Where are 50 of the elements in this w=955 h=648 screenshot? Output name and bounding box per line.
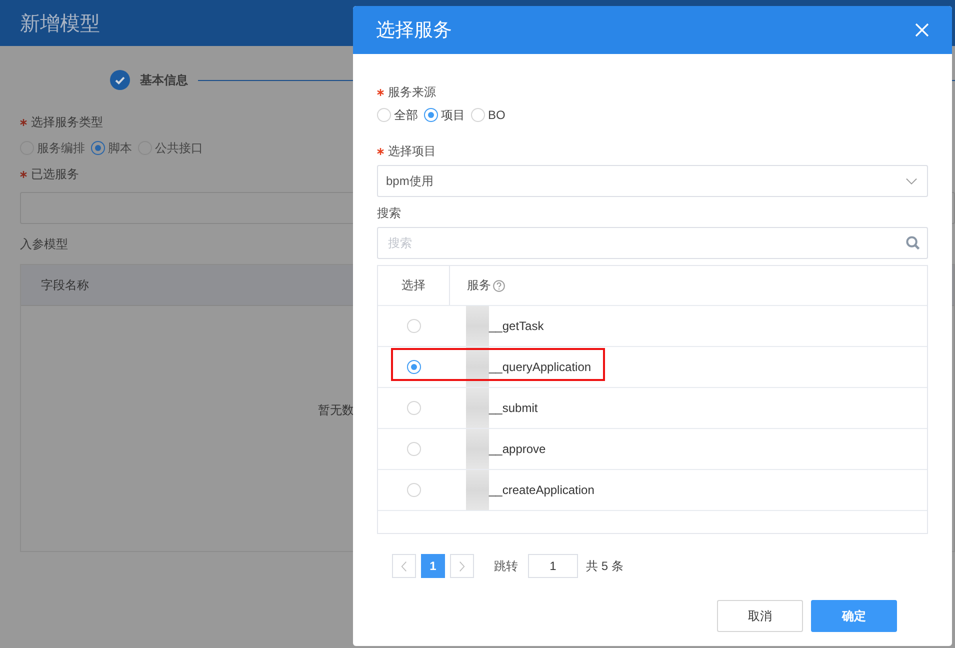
dialog-title: 选择服务	[376, 19, 452, 43]
redacted-block	[466, 429, 489, 469]
table-row[interactable]: __approve	[378, 429, 927, 470]
radio-option[interactable]: BO	[471, 108, 506, 122]
field-label: 已选服务	[31, 166, 79, 182]
search-field[interactable]: 搜索	[377, 227, 928, 259]
help-icon[interactable]	[493, 280, 505, 292]
close-icon[interactable]	[915, 23, 929, 37]
row-radio[interactable]	[406, 360, 420, 374]
search-icon[interactable]	[906, 236, 920, 250]
service-name: __queryApplication	[489, 360, 592, 374]
cancel-button[interactable]: 取消	[717, 600, 803, 632]
previous-page-button[interactable]	[392, 554, 416, 578]
next-page-button[interactable]	[450, 554, 474, 578]
column-header: 选择	[378, 266, 450, 305]
jump-label: 跳转	[494, 558, 518, 574]
redacted-block	[466, 388, 489, 428]
redacted-block	[466, 306, 489, 346]
chevron-left-icon	[401, 560, 407, 572]
page-title: 新增模型	[20, 12, 100, 36]
field-label: 服务来源	[388, 84, 436, 100]
radio-option[interactable]: 项目	[424, 106, 465, 124]
empty-text: 暂无数	[318, 402, 354, 419]
column-header: 字段名称	[41, 276, 89, 294]
service-name: __approve	[489, 442, 546, 456]
radio-option[interactable]: 全部	[377, 106, 418, 124]
table-row[interactable]: __queryApplication	[378, 347, 927, 388]
service-name: __submit	[489, 401, 538, 415]
service-name: __getTask	[489, 319, 544, 333]
service-name: __createApplication	[489, 483, 594, 497]
redacted-block	[466, 347, 489, 387]
chevron-down-icon	[906, 178, 917, 184]
row-radio[interactable]	[406, 401, 420, 415]
jump-page-field[interactable]: 1	[528, 554, 578, 578]
column-header: 服务	[467, 277, 491, 294]
field-label: 选择项目	[388, 142, 436, 160]
row-radio[interactable]	[406, 442, 420, 456]
table-row[interactable]: __getTask	[378, 306, 927, 347]
field-label: 选择服务类型	[31, 114, 103, 130]
chevron-right-icon	[459, 560, 465, 572]
row-radio[interactable]	[406, 319, 420, 333]
step-label: 基本信息	[140, 72, 188, 88]
row-radio[interactable]	[406, 483, 420, 497]
section-label: 入参模型	[20, 236, 68, 252]
project-select[interactable]: bpm使用	[377, 165, 928, 197]
redacted-block	[466, 470, 489, 510]
table-row[interactable]: __createApplication	[378, 470, 927, 511]
field-label: 搜索	[377, 204, 401, 222]
table-row[interactable]: __submit	[378, 388, 927, 429]
total-count: 共 5 条	[586, 558, 624, 574]
